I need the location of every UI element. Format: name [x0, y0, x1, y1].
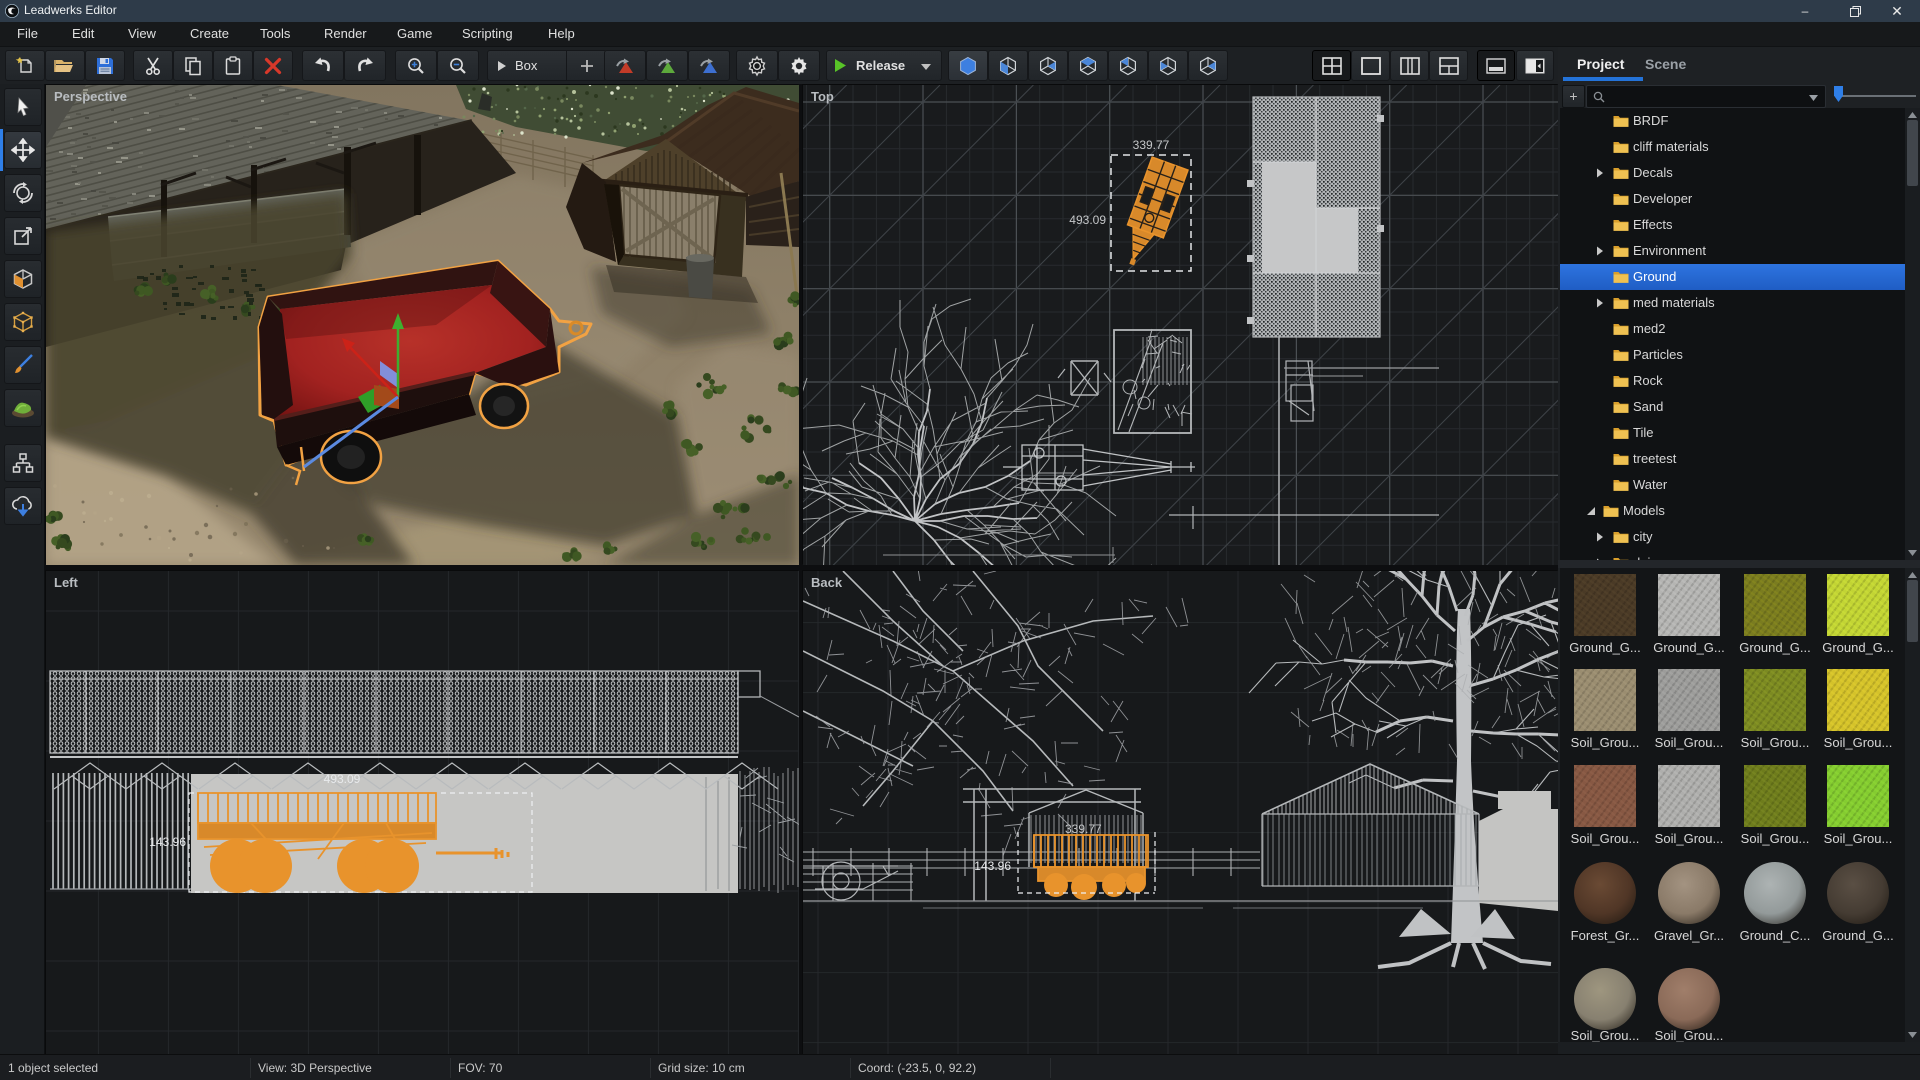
- svg-text:339.77: 339.77: [1065, 822, 1102, 836]
- svg-text:339.77: 339.77: [1133, 138, 1170, 152]
- svg-text:493.09: 493.09: [1069, 213, 1106, 227]
- svg-text:143.96: 143.96: [974, 859, 1011, 873]
- svg-text:493.09: 493.09: [324, 772, 361, 786]
- svg-text:143.96: 143.96: [149, 835, 186, 849]
